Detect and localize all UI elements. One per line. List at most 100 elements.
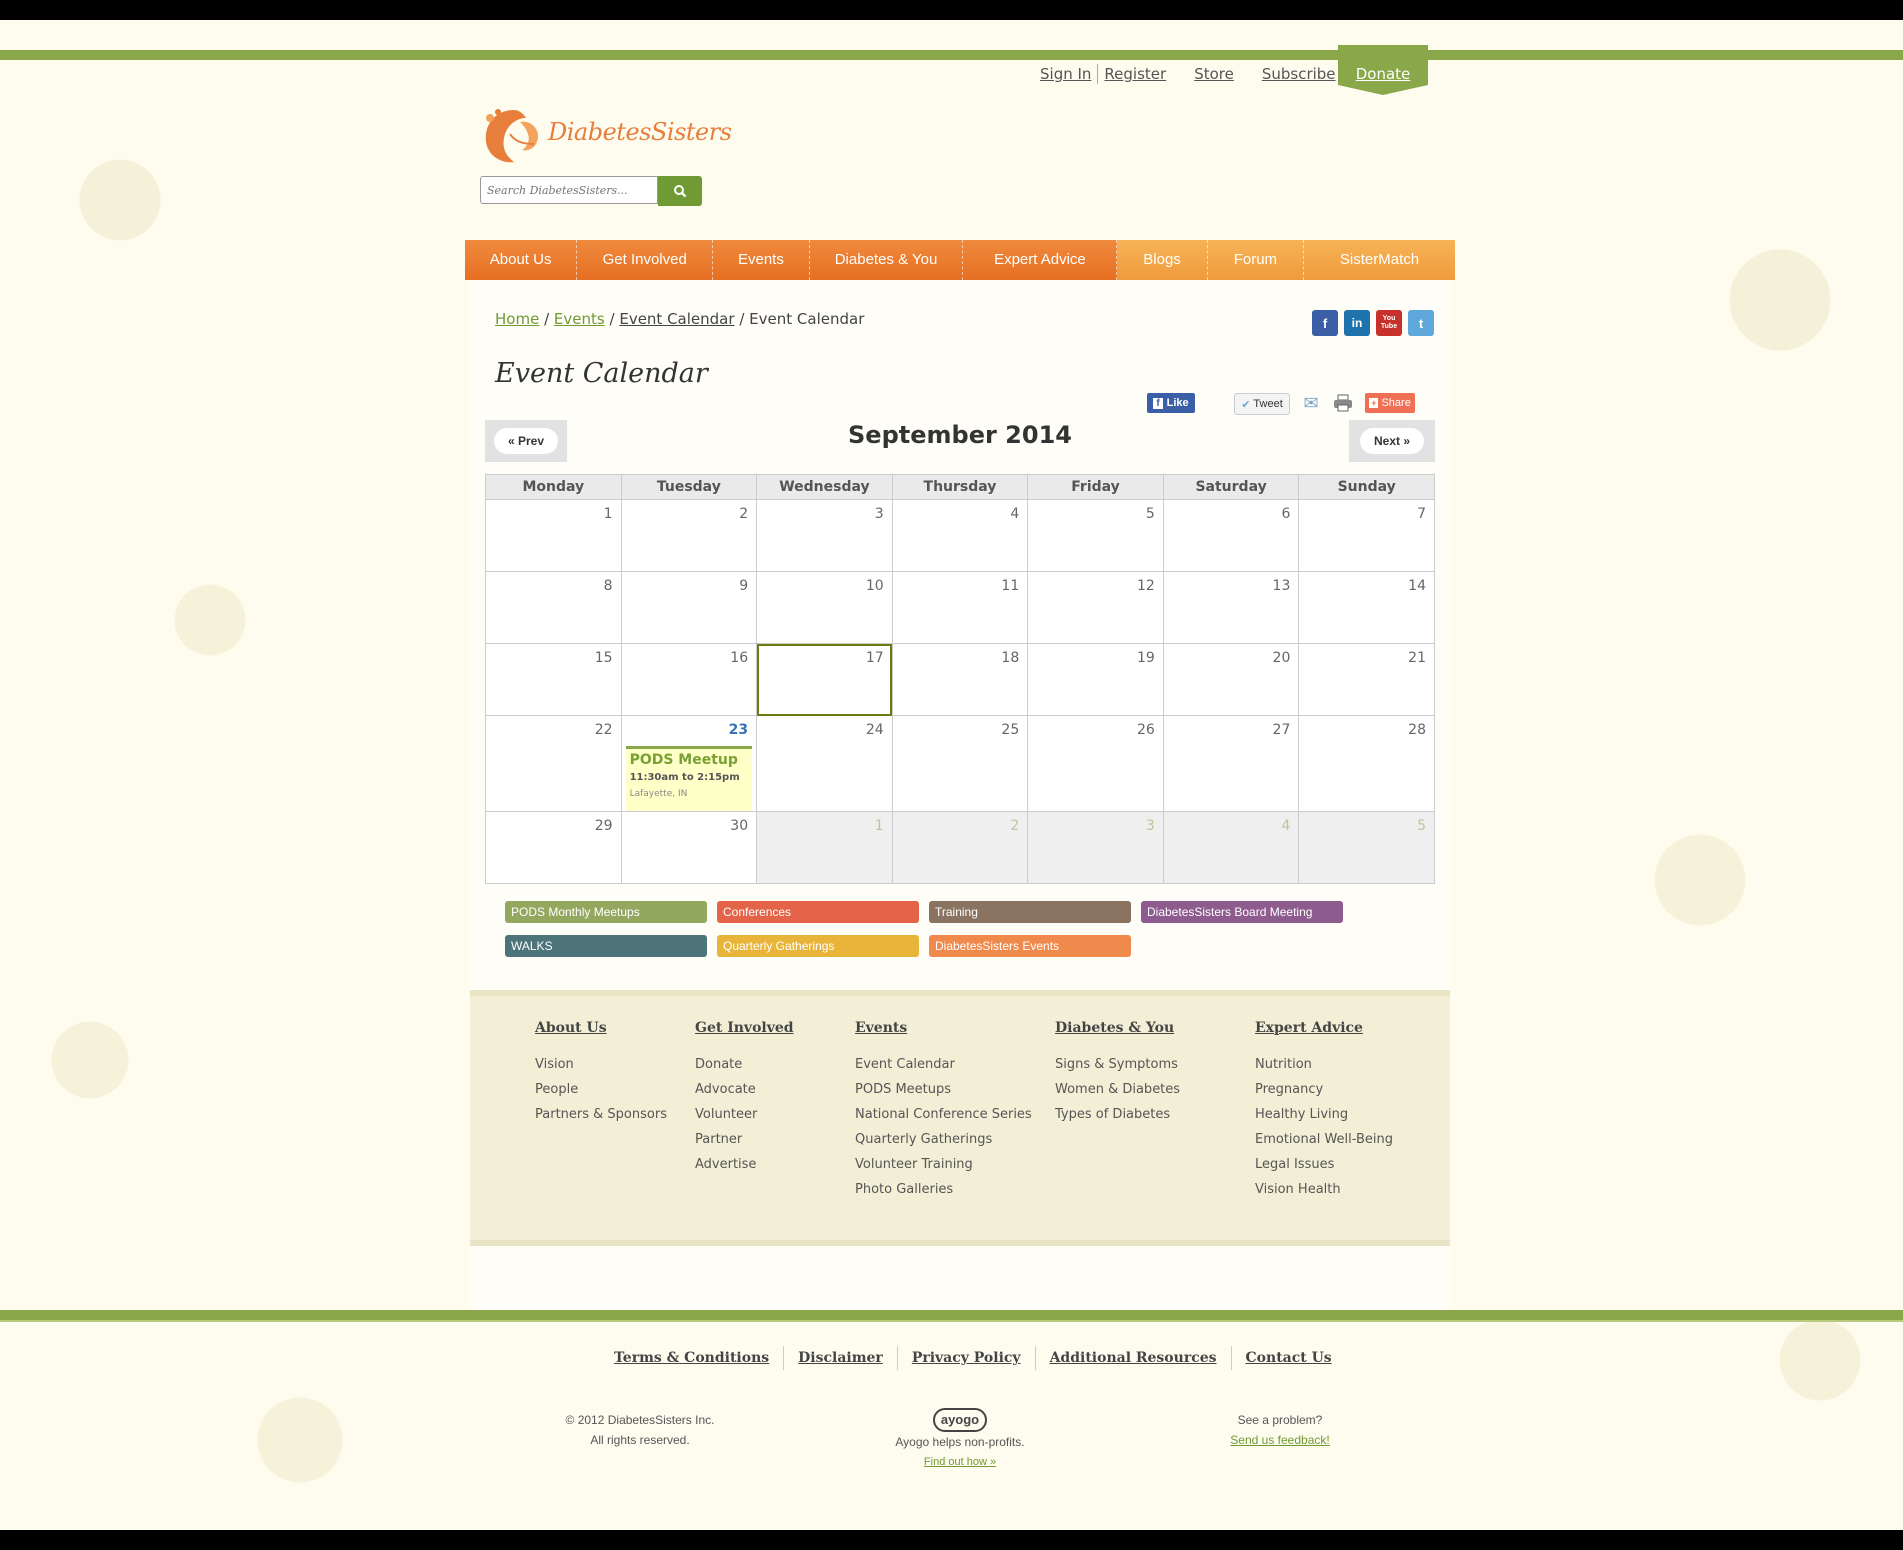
day-cell[interactable]: 30: [620, 811, 758, 884]
day-cell[interactable]: 24: [756, 715, 893, 812]
footer-link[interactable]: Photo Galleries: [855, 1177, 1032, 1202]
day-cell-with-event[interactable]: 23 PODS Meetup 11:30am to 2:15pm Lafayet…: [620, 715, 758, 812]
day-cell[interactable]: 6: [1162, 499, 1300, 572]
day-cell[interactable]: 18: [891, 643, 1029, 716]
footer-link[interactable]: Vision: [535, 1052, 667, 1077]
footer-link[interactable]: Legal Issues: [1255, 1152, 1393, 1177]
tweet-button[interactable]: ✔ Tweet: [1234, 393, 1290, 415]
day-cell[interactable]: 14: [1298, 571, 1435, 644]
contact-us-link[interactable]: Contact Us: [1232, 1350, 1346, 1366]
today-cell[interactable]: 17: [756, 643, 893, 716]
footer-heading[interactable]: Diabetes & You: [1055, 1020, 1180, 1036]
day-cell[interactable]: 26: [1027, 715, 1164, 812]
nav-get-involved[interactable]: Get Involved: [577, 240, 714, 280]
terms-link[interactable]: Terms & Conditions: [600, 1350, 783, 1366]
day-cell[interactable]: 19: [1027, 643, 1164, 716]
other-month-day-cell[interactable]: 5: [1298, 811, 1435, 884]
breadcrumb-event-calendar[interactable]: Event Calendar: [619, 310, 734, 328]
footer-link[interactable]: Vision Health: [1255, 1177, 1393, 1202]
day-cell[interactable]: 2: [620, 499, 758, 572]
day-cell[interactable]: 16: [620, 643, 758, 716]
footer-heading[interactable]: Expert Advice: [1255, 1020, 1393, 1036]
footer-link[interactable]: People: [535, 1077, 667, 1102]
day-cell[interactable]: 4: [891, 499, 1029, 572]
footer-link[interactable]: Event Calendar: [855, 1052, 1032, 1077]
nav-expert-advice[interactable]: Expert Advice: [963, 240, 1118, 280]
day-cell[interactable]: 11: [891, 571, 1029, 644]
legend-board-meeting[interactable]: DiabetesSisters Board Meeting: [1141, 901, 1343, 923]
search-input[interactable]: [480, 176, 658, 204]
footer-link[interactable]: Quarterly Gatherings: [855, 1127, 1032, 1152]
find-out-how-link[interactable]: Find out how »: [880, 1452, 1040, 1472]
day-cell[interactable]: 20: [1162, 643, 1300, 716]
legend-conferences[interactable]: Conferences: [717, 901, 919, 923]
footer-link[interactable]: Partner: [695, 1127, 794, 1152]
footer-link[interactable]: Pregnancy: [1255, 1077, 1393, 1102]
search-button[interactable]: [658, 176, 702, 206]
register-link[interactable]: Register: [1104, 65, 1166, 83]
footer-link[interactable]: Volunteer: [695, 1102, 794, 1127]
footer-link[interactable]: Volunteer Training: [855, 1152, 1032, 1177]
footer-link[interactable]: Women & Diabetes: [1055, 1077, 1180, 1102]
privacy-policy-link[interactable]: Privacy Policy: [898, 1350, 1035, 1366]
prev-month-button[interactable]: « Prev: [493, 428, 559, 454]
legend-diabetessisters-events[interactable]: DiabetesSisters Events: [929, 935, 1131, 957]
footer-link[interactable]: National Conference Series: [855, 1102, 1032, 1127]
legend-pods-monthly-meetups[interactable]: PODS Monthly Meetups: [505, 901, 707, 923]
day-cell[interactable]: 22: [485, 715, 622, 812]
ayogo-logo[interactable]: ayogo: [932, 1408, 988, 1432]
footer-link[interactable]: PODS Meetups: [855, 1077, 1032, 1102]
footer-heading[interactable]: Events: [855, 1020, 1032, 1036]
twitter-icon[interactable]: t: [1408, 310, 1434, 336]
store-link[interactable]: Store: [1194, 65, 1234, 83]
day-cell[interactable]: 13: [1162, 571, 1300, 644]
youtube-icon[interactable]: You Tube: [1376, 310, 1402, 336]
subscribe-link[interactable]: Subscribe: [1262, 65, 1336, 83]
other-month-day-cell[interactable]: 1: [756, 811, 893, 884]
nav-events[interactable]: Events: [713, 240, 810, 280]
footer-link[interactable]: Donate: [695, 1052, 794, 1077]
legend-quarterly-gatherings[interactable]: Quarterly Gatherings: [717, 935, 919, 957]
day-cell[interactable]: 25: [891, 715, 1029, 812]
legend-training[interactable]: Training: [929, 901, 1131, 923]
other-month-day-cell[interactable]: 4: [1162, 811, 1300, 884]
email-icon[interactable]: ✉: [1300, 393, 1322, 413]
footer-link[interactable]: Types of Diabetes: [1055, 1102, 1180, 1127]
day-cell[interactable]: 8: [485, 571, 622, 644]
day-cell[interactable]: 21: [1298, 643, 1435, 716]
facebook-icon[interactable]: f: [1312, 310, 1338, 336]
day-cell[interactable]: 9: [620, 571, 758, 644]
day-cell[interactable]: 12: [1027, 571, 1164, 644]
nav-blogs[interactable]: Blogs: [1117, 240, 1208, 280]
footer-link[interactable]: Emotional Well-Being: [1255, 1127, 1393, 1152]
send-feedback-link[interactable]: Send us feedback!: [1210, 1430, 1350, 1450]
sign-in-link[interactable]: Sign In: [1040, 65, 1091, 83]
footer-heading[interactable]: Get Involved: [695, 1020, 794, 1036]
day-cell[interactable]: 1: [485, 499, 622, 572]
day-cell[interactable]: 10: [756, 571, 893, 644]
day-cell[interactable]: 15: [485, 643, 622, 716]
next-month-button[interactable]: Next »: [1359, 428, 1425, 454]
footer-link[interactable]: Healthy Living: [1255, 1102, 1393, 1127]
share-button[interactable]: + Share: [1365, 393, 1415, 413]
footer-link[interactable]: Advertise: [695, 1152, 794, 1177]
footer-link[interactable]: Partners & Sponsors: [535, 1102, 667, 1127]
additional-resources-link[interactable]: Additional Resources: [1036, 1350, 1231, 1366]
day-cell[interactable]: 7: [1298, 499, 1435, 572]
nav-forum[interactable]: Forum: [1207, 240, 1305, 280]
day-cell[interactable]: 5: [1027, 499, 1164, 572]
breadcrumb-home[interactable]: Home: [495, 310, 539, 328]
event-pods-meetup[interactable]: PODS Meetup 11:30am to 2:15pm Lafayette,…: [625, 746, 753, 811]
footer-link[interactable]: Signs & Symptoms: [1055, 1052, 1180, 1077]
day-cell[interactable]: 3: [756, 499, 893, 572]
legend-walks[interactable]: WALKS: [505, 935, 707, 957]
nav-sistermatch[interactable]: SisterMatch: [1304, 240, 1455, 280]
nav-about-us[interactable]: About Us: [465, 240, 578, 280]
footer-heading[interactable]: About Us: [535, 1020, 667, 1036]
logo[interactable]: DiabetesSisters: [480, 104, 732, 168]
day-cell[interactable]: 28: [1298, 715, 1435, 812]
other-month-day-cell[interactable]: 3: [1027, 811, 1164, 884]
breadcrumb-events[interactable]: Events: [554, 310, 605, 328]
day-cell[interactable]: 27: [1162, 715, 1300, 812]
print-icon[interactable]: [1332, 393, 1354, 413]
